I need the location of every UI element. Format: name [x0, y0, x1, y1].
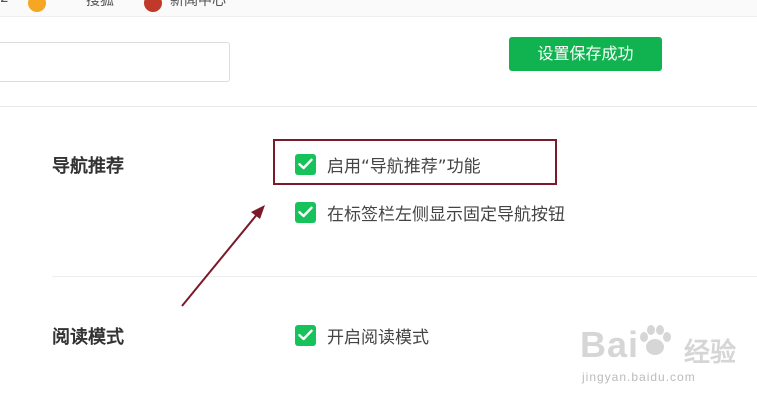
option-enable-reading-mode[interactable]: 开启阅读模式	[295, 324, 429, 348]
site-icon[interactable]	[144, 0, 162, 12]
option-label: 开启阅读模式	[327, 327, 429, 348]
toolbar-link[interactable]: 搜狐	[86, 0, 114, 10]
option-label: 在标签栏左侧显示固定导航按钮	[327, 204, 565, 225]
baidu-paw-icon	[640, 325, 671, 355]
section-title-reading-mode: 阅读模式	[52, 327, 124, 348]
watermark-cn: 经验	[684, 338, 737, 368]
settings-page: 2 搜狐 新闻中心 设置保存成功 导航推荐 启用“导航推荐”功能 在标签栏左侧显…	[0, 0, 757, 404]
checkbox-checked-icon[interactable]	[295, 201, 316, 223]
baidu-jingyan-watermark: Bai 经验 jingyan.baidu.com	[578, 318, 748, 388]
section-title-nav-recommend: 导航推荐	[52, 156, 124, 177]
divider	[0, 106, 757, 107]
search-input[interactable]	[0, 42, 230, 82]
watermark-url: jingyan.baidu.com	[582, 370, 696, 384]
toolbar-fragment: 2	[0, 0, 9, 6]
option-show-fixed-nav-button[interactable]: 在标签栏左侧显示固定导航按钮	[295, 201, 565, 225]
checkbox-checked-icon[interactable]	[295, 324, 316, 346]
annotation-highlight-box	[273, 139, 557, 185]
watermark-brand: Bai	[580, 324, 640, 365]
toolbar-link[interactable]: 新闻中心	[170, 0, 226, 10]
app-icon[interactable]	[28, 0, 46, 12]
browser-toolbar-strip: 2 搜狐 新闻中心	[0, 0, 757, 17]
save-success-toast: 设置保存成功	[509, 37, 662, 71]
divider	[52, 276, 757, 277]
